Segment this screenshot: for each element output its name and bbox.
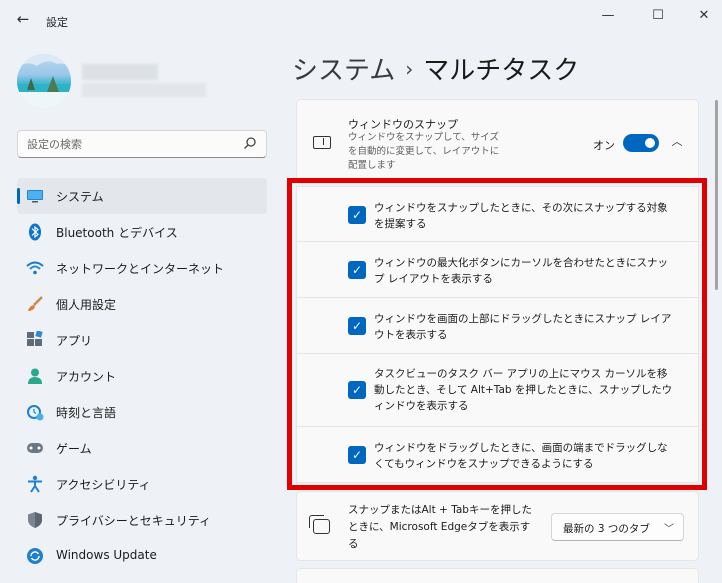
sidebar-item-system[interactable]: システム xyxy=(17,178,267,214)
snap-option-label: ウィンドウの最大化ボタンにカーソルを合わせたときにスナップ レイアウトを表示する xyxy=(374,257,668,285)
sidebar-item-network[interactable]: ネットワークとインターネット xyxy=(17,250,267,286)
back-arrow-icon[interactable]: ← xyxy=(14,10,32,28)
sidebar-item-personalization[interactable]: 個人用設定 xyxy=(17,286,267,322)
sidebar-item-label: ゲーム xyxy=(56,442,92,456)
snap-option-task-view[interactable]: ✓ タスクビューのタスク バー アプリの上にマウス カーソルを移動したとき、そし… xyxy=(296,354,699,427)
snap-option-suggest[interactable]: ✓ ウィンドウをスナップしたときに、その次にスナップする対象を提案する xyxy=(296,186,699,242)
title-bar: ← 設定 — ☐ ✕ xyxy=(0,0,722,36)
account-icon xyxy=(25,366,45,386)
sidebar-item-label: Bluetooth とデバイス xyxy=(56,226,178,240)
snap-title: ウィンドウのスナップ xyxy=(348,118,458,131)
shield-icon xyxy=(25,510,45,530)
account-email-redacted xyxy=(82,83,206,97)
sidebar-item-windows-update[interactable]: Windows Update xyxy=(17,538,267,574)
search-icon[interactable] xyxy=(243,136,257,150)
alt-tab-dropdown[interactable]: 最新の 3 つのタブ ﹀ xyxy=(551,513,684,541)
sidebar-item-accounts[interactable]: アカウント xyxy=(17,358,267,394)
close-button[interactable]: ✕ xyxy=(690,6,718,26)
alt-tab-card[interactable]: スナップまたはAlt + Tabキーを押したときに、Microsoft Edge… xyxy=(296,491,699,561)
time-language-icon xyxy=(25,402,45,422)
snap-option-label: ウィンドウをスナップしたときに、その次にスナップする対象を提案する xyxy=(374,202,668,230)
breadcrumb-separator-icon: › xyxy=(405,57,414,81)
checkbox-checked-icon[interactable]: ✓ xyxy=(348,381,366,399)
brush-icon xyxy=(25,294,45,314)
snap-option-drag-edge[interactable]: ✓ ウィンドウをドラッグしたときに、画面の端までドラッグしなくてもウィンドウをス… xyxy=(296,427,699,483)
breadcrumb-current: マルチタスク xyxy=(423,56,580,86)
checkbox-checked-icon[interactable]: ✓ xyxy=(348,446,366,464)
chevron-down-icon: ﹀ xyxy=(664,524,674,535)
sidebar-item-label: アプリ xyxy=(56,334,93,348)
sidebar-item-bluetooth[interactable]: Bluetooth とデバイス xyxy=(17,214,267,250)
scrollbar[interactable] xyxy=(715,100,718,290)
search-input[interactable] xyxy=(27,136,237,152)
sidebar-item-label: プライバシーとセキュリティ xyxy=(56,514,212,528)
snap-toggle-switch[interactable] xyxy=(623,134,659,152)
sidebar-item-time-language[interactable]: 時刻と言語 xyxy=(17,394,267,430)
tabs-icon xyxy=(309,515,330,534)
account-name-redacted xyxy=(82,64,158,80)
accessibility-icon xyxy=(25,474,45,494)
sidebar-nav: システム Bluetooth とデバイス ネットワークとインターネット 個人用設… xyxy=(17,178,267,574)
snap-option-maximize-hover[interactable]: ✓ ウィンドウの最大化ボタンにカーソルを合わせたときにスナップ レイアウトを表示… xyxy=(296,242,699,298)
sidebar-item-label: 個人用設定 xyxy=(56,298,117,312)
next-setting-card[interactable] xyxy=(296,568,699,583)
sidebar-item-label: Windows Update xyxy=(56,548,157,562)
snap-option-label: ウィンドウをドラッグしたときに、画面の端までドラッグしなくてもウィンドウをスナッ… xyxy=(374,442,668,470)
sidebar-item-accessibility[interactable]: アクセシビリティ xyxy=(17,466,267,502)
snap-toggle-label: オン xyxy=(593,139,615,152)
apps-icon xyxy=(25,330,45,350)
alt-tab-label: スナップまたはAlt + Tabキーを押したときに、Microsoft Edge… xyxy=(348,504,532,550)
snap-options-list: ✓ ウィンドウをスナップしたときに、その次にスナップする対象を提案する ✓ ウィ… xyxy=(296,186,699,483)
snap-option-drag-top[interactable]: ✓ ウィンドウを画面の上部にドラッグしたときにスナップ レイアウトを表示する xyxy=(296,298,699,354)
bluetooth-icon xyxy=(25,222,45,242)
snap-option-label: タスクビューのタスク バー アプリの上にマウス カーソルを移動したとき、そして … xyxy=(374,368,673,412)
sidebar-item-label: ネットワークとインターネット xyxy=(56,262,225,276)
snap-description: ウィンドウをスナップして、サイズを自動的に変更して、レイアウトに配置します xyxy=(348,132,500,171)
gamepad-icon xyxy=(25,438,45,458)
app-title: 設定 xyxy=(46,16,68,29)
page-title: システム › マルチタスク xyxy=(292,50,579,87)
avatar[interactable] xyxy=(17,54,71,108)
sidebar-item-apps[interactable]: アプリ xyxy=(17,322,267,358)
snap-windows-card[interactable]: ウィンドウのスナップ ウィンドウをスナップして、サイズを自動的に変更して、レイア… xyxy=(296,99,699,184)
snap-option-label: ウィンドウを画面の上部にドラッグしたときにスナップ レイアウトを表示する xyxy=(374,313,672,341)
sidebar-item-label: アカウント xyxy=(56,370,117,384)
minimize-button[interactable]: — xyxy=(594,6,622,26)
search-box[interactable] xyxy=(17,130,267,158)
chevron-up-icon[interactable]: ︿ xyxy=(671,136,683,148)
system-icon xyxy=(25,186,45,206)
maximize-button[interactable]: ☐ xyxy=(644,6,672,26)
sidebar-item-label: アクセシビリティ xyxy=(56,478,151,492)
dropdown-value: 最新の 3 つのタブ xyxy=(563,523,650,535)
snap-window-icon xyxy=(313,136,331,149)
checkbox-checked-icon[interactable]: ✓ xyxy=(348,317,366,335)
breadcrumb-parent[interactable]: システム xyxy=(292,56,395,86)
sidebar-item-privacy[interactable]: プライバシーとセキュリティ xyxy=(17,502,267,538)
wifi-icon xyxy=(25,258,45,278)
sidebar-item-gaming[interactable]: ゲーム xyxy=(17,430,267,466)
update-icon xyxy=(25,546,45,566)
sidebar-item-label: 時刻と言語 xyxy=(56,406,117,420)
sidebar-item-label: システム xyxy=(56,190,104,204)
checkbox-checked-icon[interactable]: ✓ xyxy=(348,206,366,224)
checkbox-checked-icon[interactable]: ✓ xyxy=(348,261,366,279)
avatar-image xyxy=(17,54,71,108)
